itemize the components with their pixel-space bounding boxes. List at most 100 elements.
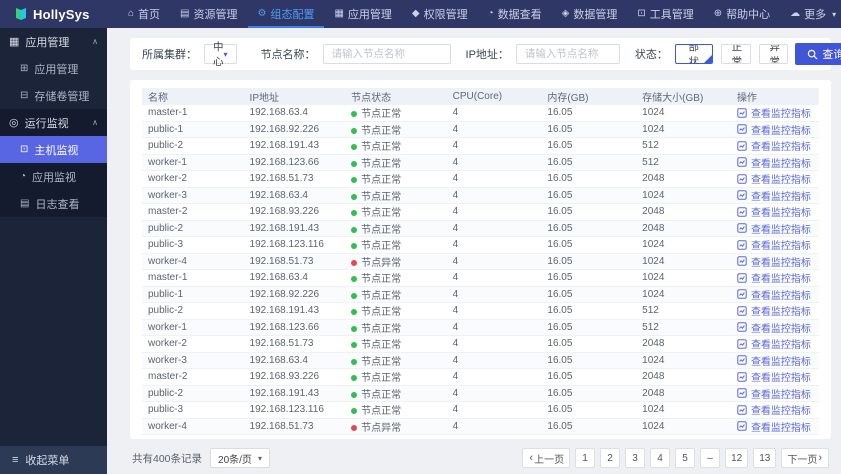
status-dot-normal <box>351 127 358 134</box>
cell-memory: 16.05 <box>541 137 637 155</box>
ip-address-input[interactable] <box>515 44 620 64</box>
view-metrics-link[interactable]: 查看监控指标 <box>737 270 811 285</box>
view-metrics-link[interactable]: 查看监控指标 <box>737 336 811 351</box>
sidebar-item-label: 主机监视 <box>34 144 79 157</box>
view-metrics-link[interactable]: 查看监控指标 <box>737 320 811 335</box>
column-header: 节点状态 <box>345 88 447 105</box>
status-dot-normal <box>351 210 358 217</box>
page-number-button[interactable]: 3 <box>625 448 646 468</box>
cell-status: 节点正常 <box>345 170 447 188</box>
page-number-button[interactable]: 4 <box>650 448 671 468</box>
cell-name: public-1 <box>142 121 244 138</box>
nav-item-more[interactable]: ☁ 更多 ▾ <box>780 0 841 28</box>
monitor-metrics-icon <box>737 256 747 266</box>
nav-item-data-view[interactable]: ◔ 数据查看 <box>478 0 552 28</box>
monitor-metrics-icon <box>737 239 747 250</box>
resource-icon: ▤ <box>180 8 190 19</box>
sidebar-group-header-run-monitor[interactable]: ◎ 运行监视 ∧ <box>0 109 107 136</box>
view-metrics-link[interactable]: 查看监控指标 <box>737 237 811 252</box>
nav-item-config[interactable]: ⚙ 组态配置 <box>248 0 325 28</box>
cluster-select[interactable]: 中心 ▾ <box>204 41 237 68</box>
cell-memory: 16.05 <box>541 286 637 303</box>
sidebar-item-log-view[interactable]: ▤ 日志查看 <box>0 190 107 217</box>
sidebar-item-storage-volume[interactable]: ⊟ 存储卷管理 <box>0 82 107 109</box>
cell-status: 节点异常 <box>345 418 447 435</box>
status-dot-normal <box>351 243 358 250</box>
cell-action: 查看监控指标 <box>730 137 819 155</box>
nav-item-data-manage[interactable]: ◈ 数据管理 <box>552 0 628 28</box>
view-metrics-link[interactable]: 查看监控指标 <box>737 402 811 417</box>
view-metrics-link[interactable]: 查看监控指标 <box>737 254 811 269</box>
page-number-button[interactable]: 13 <box>753 448 777 468</box>
prev-page-label: 上一页 <box>534 454 565 466</box>
monitor-metrics-icon <box>737 289 747 299</box>
page-number-button[interactable]: 12 <box>725 448 749 468</box>
cell-status: 节点异常 <box>345 253 447 270</box>
cell-memory: 16.05 <box>541 269 637 287</box>
page-size-select[interactable]: 20条/页 ▾ <box>210 448 270 468</box>
view-metrics-link[interactable]: 查看监控指标 <box>737 122 811 137</box>
status-dot-normal <box>351 292 358 299</box>
status-option-button[interactable]: 正常 <box>720 44 751 64</box>
prev-page-button[interactable]: ‹ 上一页 <box>522 448 571 468</box>
collapse-menu-button[interactable]: ≡ 收起菜单 <box>0 446 107 474</box>
more-icon: ☁ <box>790 8 801 19</box>
tools-icon: ⊡ <box>637 8 646 19</box>
node-name-input[interactable] <box>322 44 451 64</box>
view-metrics-link[interactable]: 查看监控指标 <box>737 204 811 219</box>
cell-cpu: 4 <box>446 170 542 188</box>
cell-ip: 192.168.63.4 <box>243 187 346 204</box>
nav-item-help[interactable]: ⊕ 帮助中心 <box>704 0 780 28</box>
pagination: ‹ 上一页 1 2 3 4 5–12 13 下一页 › <box>517 448 829 468</box>
page-ellipsis[interactable]: – <box>700 448 721 468</box>
status-option-button[interactable]: 全部状态 <box>674 44 713 64</box>
nav-item-permission[interactable]: ◆ 权限管理 <box>402 0 478 28</box>
nav-item-label: 更多 <box>804 9 827 21</box>
monitor-metrics-icon <box>737 107 747 118</box>
filter-bar: 所属集群： 中心 ▾ 节点名称： IP地址： 状态： 全部状态正常异常 查询 重… <box>130 38 841 70</box>
view-metrics-link[interactable]: 查看监控指标 <box>737 353 811 368</box>
cell-cpu: 4 <box>446 121 542 138</box>
sidebar-group-header-app-manage[interactable]: ▦ 应用管理 ∧ <box>0 28 107 55</box>
view-metrics-link[interactable]: 查看监控指标 <box>737 138 811 153</box>
cell-status: 节点正常 <box>345 236 447 254</box>
status-option-button[interactable]: 异常 <box>758 44 789 64</box>
view-metrics-link[interactable]: 查看监控指标 <box>737 303 811 318</box>
sidebar-item-host-monitor[interactable]: ⊡ 主机监视 <box>0 136 107 163</box>
nav-item-home[interactable]: ⌂ 首页 <box>118 0 170 28</box>
cell-ip: 192.168.63.4 <box>243 269 346 287</box>
view-metrics-link[interactable]: 查看监控指标 <box>737 419 811 434</box>
table-row: public-2 192.168.191.43 节点正常 4 16.05 512 查看监控指… <box>142 137 819 155</box>
cell-ip: 192.168.93.226 <box>243 203 346 221</box>
search-button[interactable]: 查询 <box>795 43 841 65</box>
view-metrics-link[interactable]: 查看监控指标 <box>737 155 811 170</box>
view-metrics-link[interactable]: 查看监控指标 <box>737 386 811 401</box>
page-number-button[interactable]: 2 <box>600 448 621 468</box>
view-metrics-link[interactable]: 查看监控指标 <box>737 105 811 120</box>
page-number-button[interactable]: 5 <box>675 448 696 468</box>
home-icon: ⌂ <box>128 8 135 19</box>
nav-item-app[interactable]: ▦ 应用管理 <box>324 0 401 28</box>
view-metrics-link[interactable]: 查看监控指标 <box>737 287 811 302</box>
nav-item-label: 组态配置 <box>270 9 315 21</box>
cell-ip: 192.168.92.226 <box>243 121 346 138</box>
sidebar-item-app-manage[interactable]: ⊞ 应用管理 <box>0 55 107 82</box>
cell-name: worker-2 <box>142 335 244 353</box>
view-metrics-link[interactable]: 查看监控指标 <box>737 188 811 203</box>
sidebar-item-app-monitor[interactable]: ◔ 应用监视 <box>0 163 107 190</box>
cell-status: 节点正常 <box>345 121 447 138</box>
next-page-button[interactable]: 下一页 › <box>781 448 829 468</box>
table-row: master-2 192.168.93.226 节点正常 4 16.05 2048 查看监控… <box>142 368 819 386</box>
view-metrics-link[interactable]: 查看监控指标 <box>737 369 811 384</box>
cell-ip: 192.168.191.43 <box>243 385 346 402</box>
nav-item-tools[interactable]: ⊡ 工具管理 <box>627 0 703 28</box>
view-metrics-link[interactable]: 查看监控指标 <box>737 221 811 236</box>
page-number-button[interactable]: 1 <box>575 448 596 468</box>
table-row: worker-1 192.168.123.66 节点正常 4 16.05 512 查看监控指… <box>142 154 819 171</box>
data-view-icon: ◔ <box>487 8 494 19</box>
status-dot-normal <box>351 391 358 398</box>
cell-cpu: 4 <box>446 302 542 320</box>
view-metrics-link[interactable]: 查看监控指标 <box>737 171 811 186</box>
cell-cpu: 4 <box>446 352 542 369</box>
nav-item-resource[interactable]: ▤ 资源管理 <box>170 0 247 28</box>
